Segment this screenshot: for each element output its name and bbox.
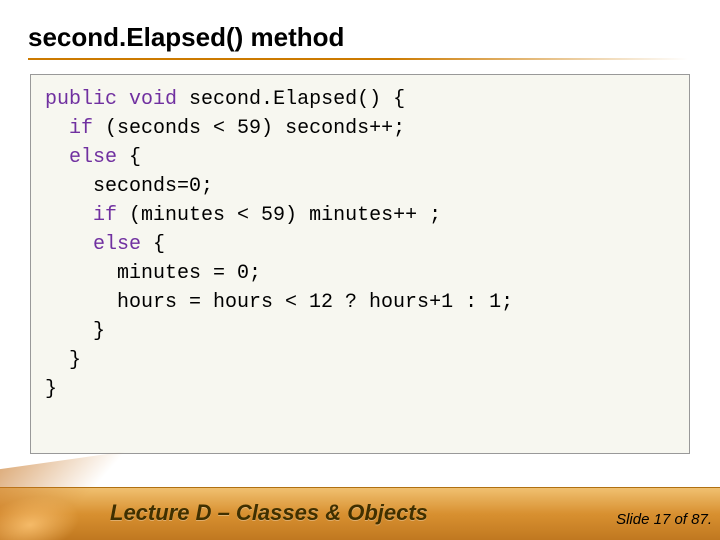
- code-text: {: [117, 146, 141, 169]
- slide-number: Slide 17 of 87.: [616, 511, 712, 528]
- kw-else: else: [93, 233, 141, 256]
- code-text: hours = hours < 12 ? hours+1 : 1;: [45, 291, 513, 314]
- code-box: public void second.Elapsed() { if (secon…: [30, 74, 690, 454]
- title-underline: [28, 58, 688, 60]
- code-text: [45, 204, 93, 227]
- footer-decoration: [0, 451, 130, 540]
- kw-if: if: [93, 204, 117, 227]
- lecture-title: Lecture D – Classes & Objects: [110, 500, 428, 526]
- code-text: }: [45, 378, 57, 401]
- code-text: seconds=0;: [45, 175, 213, 198]
- code-text: [45, 146, 69, 169]
- slide: second.Elapsed() method public void seco…: [0, 0, 720, 540]
- code-text: (minutes < 59) minutes++ ;: [117, 204, 441, 227]
- slide-title: second.Elapsed() method: [28, 22, 344, 53]
- kw-public: public: [45, 88, 117, 111]
- code-text: {: [141, 233, 165, 256]
- code-text: minutes = 0;: [45, 262, 261, 285]
- kw-else: else: [69, 146, 117, 169]
- code-text: [117, 88, 129, 111]
- kw-void: void: [129, 88, 177, 111]
- code-text: (seconds < 59) seconds++;: [93, 117, 405, 140]
- code-text: [45, 117, 69, 140]
- code-text: }: [45, 349, 81, 372]
- code-text: [45, 233, 93, 256]
- code-text: second.Elapsed() {: [177, 88, 405, 111]
- kw-if: if: [69, 117, 93, 140]
- code-text: }: [45, 320, 105, 343]
